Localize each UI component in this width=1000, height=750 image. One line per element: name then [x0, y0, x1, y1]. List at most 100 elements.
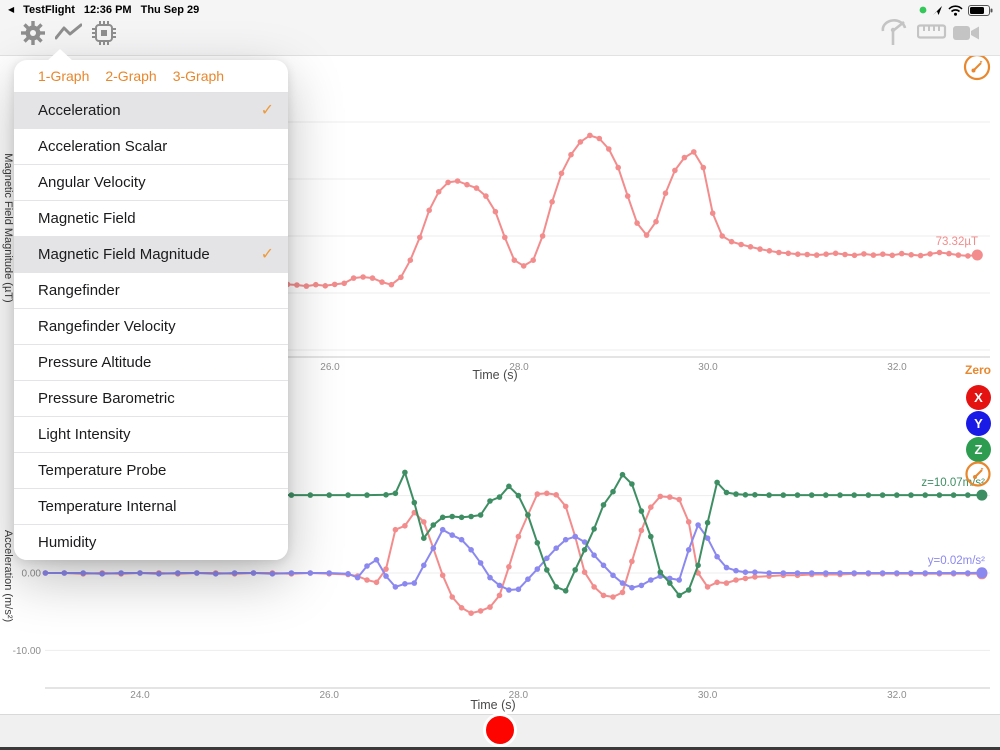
data-point	[837, 570, 843, 576]
ruler-icon[interactable]	[917, 24, 947, 40]
x-axis-label: Time (s)	[470, 698, 515, 712]
data-point	[487, 498, 493, 504]
menu-item-acceleration[interactable]: Acceleration ✓	[14, 93, 288, 129]
data-point	[553, 584, 559, 590]
data-point	[562, 503, 569, 510]
menu-item-label: Light Intensity	[38, 426, 131, 443]
data-point	[407, 257, 414, 264]
menu-item-light-intensity[interactable]: Light Intensity	[14, 417, 288, 453]
data-point	[648, 504, 654, 511]
series-value-label: y=0.02m/s²	[928, 555, 985, 567]
data-point	[704, 584, 711, 590]
data-point	[894, 570, 900, 576]
menu-item-rangefinder[interactable]: Rangefinder	[14, 273, 288, 309]
data-point	[685, 519, 692, 525]
chip-icon[interactable]	[91, 20, 117, 46]
data-point	[506, 564, 512, 570]
data-point	[118, 570, 124, 576]
y-tick-label: 0.00	[22, 569, 42, 580]
record-button[interactable]	[483, 713, 517, 747]
tab-1-graph[interactable]: 1-Graph	[38, 68, 89, 84]
data-point	[587, 132, 593, 139]
line-graph-icon[interactable]	[55, 23, 82, 41]
data-point	[568, 151, 574, 158]
data-point	[861, 251, 867, 257]
data-point	[879, 492, 886, 498]
wifi-icon	[948, 4, 963, 16]
menu-item-acceleration-scalar[interactable]: Acceleration Scalar	[14, 129, 288, 165]
data-point	[288, 492, 295, 498]
data-point	[965, 253, 971, 259]
menu-item-temperature-probe[interactable]: Temperature Probe	[14, 453, 288, 489]
data-point	[520, 263, 527, 269]
tab-2-graph[interactable]: 2-Graph	[105, 68, 156, 84]
data-point	[411, 580, 418, 586]
menu-item-magnetic-field-magnitude[interactable]: Magnetic Field Magnitude ✓	[14, 237, 288, 273]
data-point	[676, 496, 682, 503]
zero-y-button[interactable]: Y	[966, 410, 991, 436]
data-point	[719, 233, 725, 239]
data-point	[908, 252, 914, 258]
menu-item-pressure-altitude[interactable]: Pressure Altitude	[14, 345, 288, 381]
data-point	[823, 492, 829, 498]
back-to-app-icon[interactable]: ◀	[8, 5, 14, 14]
data-point	[331, 281, 338, 288]
data-point	[723, 564, 730, 571]
data-point	[577, 139, 584, 145]
data-point	[212, 571, 219, 577]
zero-x-button[interactable]: X	[966, 384, 991, 410]
menu-item-rangefinder-velocity[interactable]: Rangefinder Velocity	[14, 309, 288, 345]
menu-item-angular-velocity[interactable]: Angular Velocity	[14, 165, 288, 201]
data-point	[634, 220, 640, 226]
latest-data-point	[976, 567, 988, 579]
compass-icon-top[interactable]	[962, 52, 992, 82]
menu-item-temperature-internal[interactable]: Temperature Internal	[14, 489, 288, 525]
x-tick-label: 26.0	[319, 690, 339, 701]
data-point	[610, 572, 616, 579]
recording-dot-icon	[919, 6, 927, 14]
data-point	[804, 251, 810, 258]
statusbar-right	[919, 3, 993, 17]
data-point	[766, 248, 773, 254]
x-tick-label: 26.0	[320, 362, 340, 373]
latest-data-point	[971, 249, 983, 261]
data-point	[398, 274, 404, 281]
gauge-icon[interactable]	[879, 17, 911, 47]
data-point	[468, 513, 474, 520]
tab-3-graph[interactable]: 3-Graph	[173, 68, 224, 84]
data-point	[936, 492, 943, 498]
checkmark-icon: ✓	[260, 246, 274, 263]
data-point	[544, 490, 550, 497]
zero-z-button[interactable]: Z	[966, 436, 991, 462]
data-point	[766, 492, 772, 498]
data-point	[785, 250, 792, 257]
data-point	[345, 492, 351, 498]
data-point	[449, 532, 456, 538]
gear-icon[interactable]	[19, 19, 47, 47]
compass-icon-bottom[interactable]	[964, 460, 992, 488]
data-point	[591, 526, 597, 532]
data-point	[936, 570, 943, 576]
popover-arrow	[47, 49, 73, 61]
data-point	[742, 575, 749, 582]
data-point	[364, 577, 370, 583]
menu-item-magnetic-field[interactable]: Magnetic Field	[14, 201, 288, 237]
data-point	[175, 570, 181, 576]
data-point	[430, 545, 437, 551]
data-point	[439, 514, 446, 521]
data-point	[927, 251, 933, 257]
x-tick-label: 30.0	[698, 690, 718, 701]
data-point	[534, 540, 541, 546]
data-point	[581, 547, 588, 553]
data-point	[672, 167, 678, 174]
y-tick-label: -10.00	[13, 646, 42, 657]
data-point	[458, 514, 465, 521]
data-point	[454, 178, 461, 184]
video-camera-icon[interactable]	[953, 25, 980, 41]
statusbar-app[interactable]: TestFlight	[23, 4, 75, 16]
data-point	[610, 594, 616, 600]
menu-item-label: Temperature Internal	[38, 498, 177, 515]
data-point	[388, 281, 395, 288]
menu-item-pressure-barometric[interactable]: Pressure Barometric	[14, 381, 288, 417]
menu-item-humidity[interactable]: Humidity	[14, 525, 288, 560]
